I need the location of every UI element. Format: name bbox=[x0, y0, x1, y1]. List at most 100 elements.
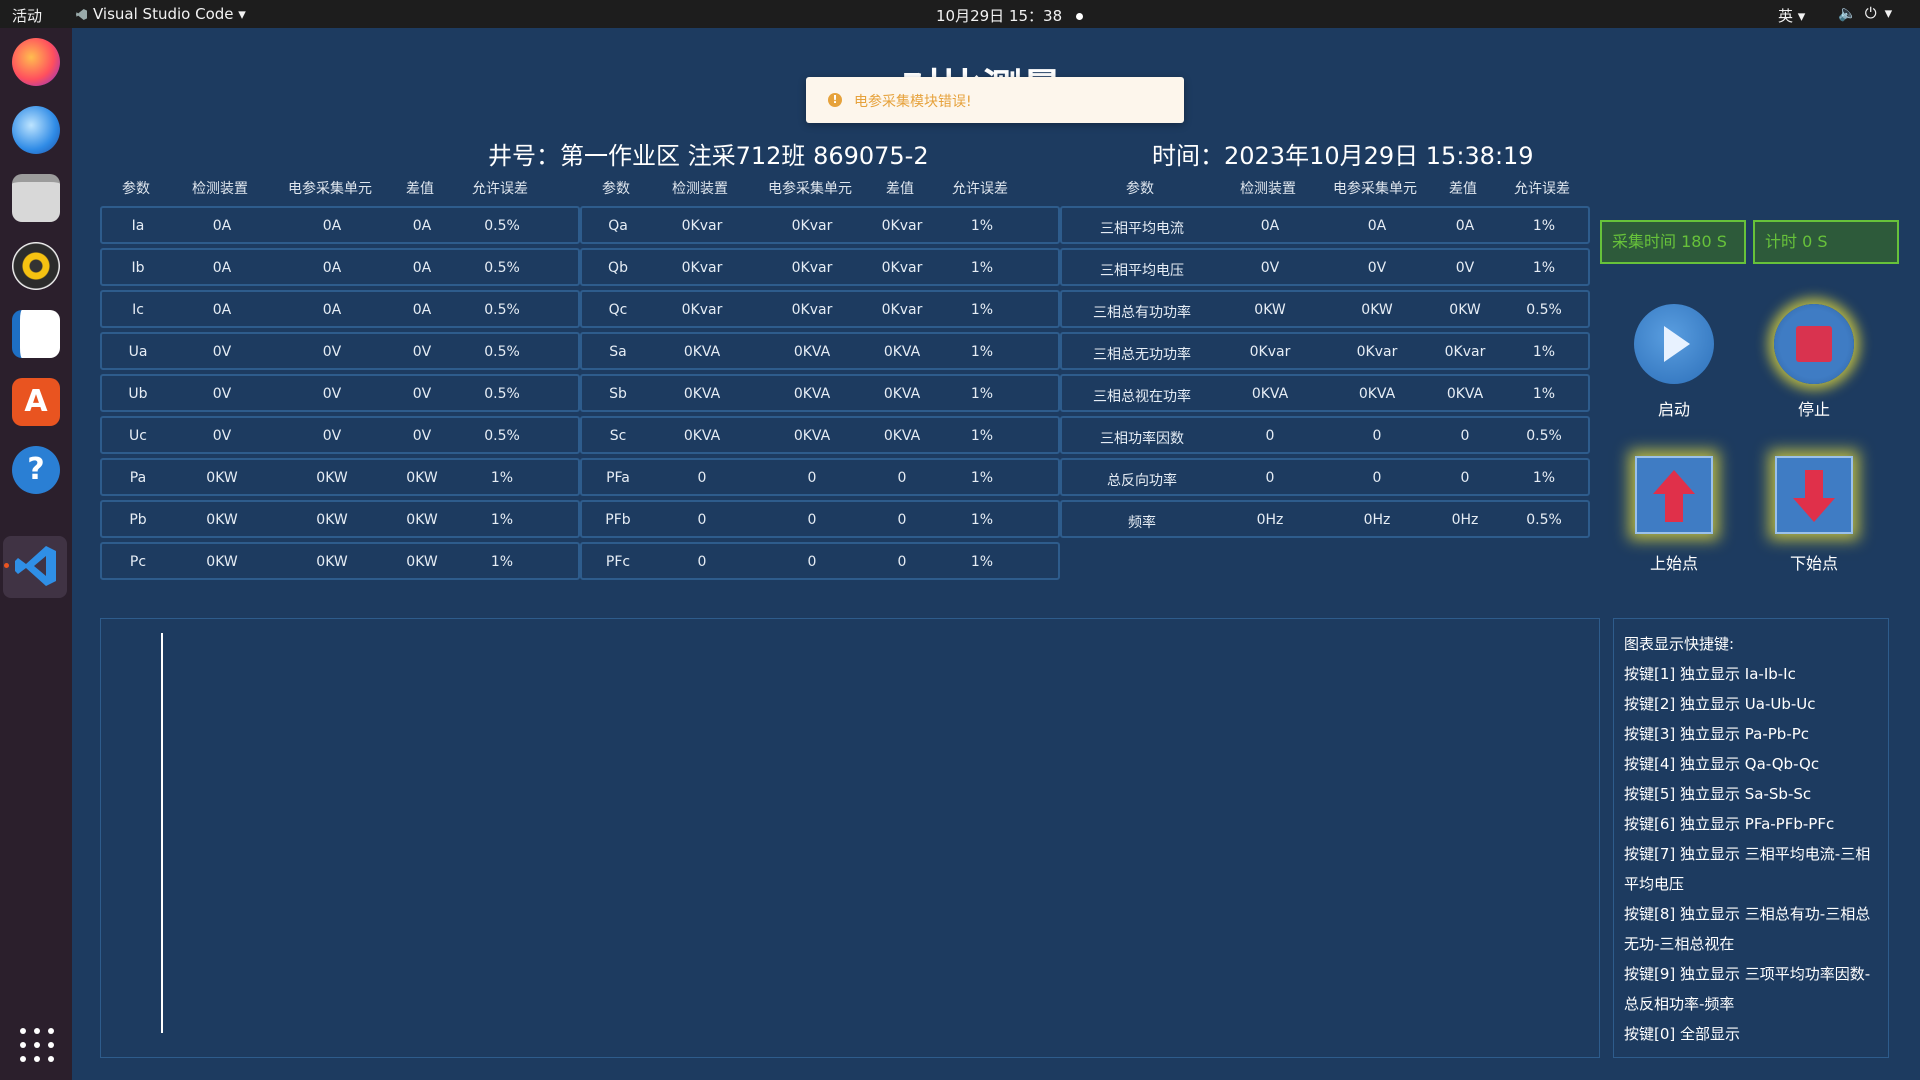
vscode-icon[interactable] bbox=[12, 542, 60, 590]
table-cell: 0V bbox=[322, 386, 342, 402]
table-cell: 0.5% bbox=[484, 302, 520, 318]
table-row: 三相功率因数 0 0 0 0.5% bbox=[1060, 416, 1590, 454]
clock[interactable]: 10月29日 15：38 bbox=[936, 5, 1084, 26]
activities-button[interactable]: 活动 bbox=[12, 5, 42, 26]
upper-point-button[interactable] bbox=[1635, 456, 1713, 534]
table-cell: PFa bbox=[606, 470, 630, 486]
writer-icon[interactable] bbox=[12, 310, 60, 358]
table-cell: 0Kvar bbox=[681, 260, 723, 276]
stop-button[interactable] bbox=[1774, 304, 1854, 384]
table-cell: 0KW bbox=[406, 512, 438, 528]
chart-area[interactable] bbox=[100, 618, 1600, 1058]
error-toast[interactable]: ! 电参采集模块错误! bbox=[806, 77, 1184, 123]
table-cell: 0KVA bbox=[683, 344, 721, 360]
table-cell: 三相平均电流 bbox=[1100, 221, 1184, 237]
table-cell: 0KVA bbox=[883, 386, 921, 402]
help-icon[interactable]: ? bbox=[12, 446, 60, 494]
table-row: Qa 0Kvar 0Kvar 0Kvar 1% bbox=[580, 206, 1060, 244]
table-cell: 1% bbox=[970, 428, 994, 444]
table-row: 三相总有功功率 0KW 0KW 0KW 0.5% bbox=[1060, 290, 1590, 328]
table-cell: 1% bbox=[970, 302, 994, 318]
table-cell: 0V bbox=[1455, 260, 1475, 276]
table-cell: 0KVA bbox=[1446, 386, 1484, 402]
table-row: Qc 0Kvar 0Kvar 0Kvar 1% bbox=[580, 290, 1060, 328]
table-cell: 0V bbox=[412, 428, 432, 444]
table-row: 三相总无功功率 0Kvar 0Kvar 0Kvar 1% bbox=[1060, 332, 1590, 370]
table-cell: 0KVA bbox=[683, 428, 721, 444]
thunderbird-icon[interactable] bbox=[12, 106, 60, 154]
table-cell: 三相平均电压 bbox=[1100, 263, 1184, 279]
timer-box: 计时 0 S bbox=[1753, 220, 1899, 264]
table-cell: 0KVA bbox=[1251, 386, 1289, 402]
input-method-label: 英 bbox=[1778, 7, 1794, 25]
table-row: 总反向功率 0 0 0 1% bbox=[1060, 458, 1590, 496]
table-cell: 0V bbox=[412, 386, 432, 402]
table-cell: 0.5% bbox=[1526, 512, 1562, 528]
table-cell: 1% bbox=[970, 470, 994, 486]
table-cell: 0A bbox=[322, 218, 342, 234]
show-apps-icon[interactable] bbox=[20, 1028, 54, 1062]
header-cell: 电参采集单元 bbox=[1333, 181, 1417, 197]
table-cell: 0KVA bbox=[1358, 386, 1396, 402]
table-cell: 0V bbox=[322, 428, 342, 444]
files-icon[interactable] bbox=[12, 174, 60, 222]
collect-time-box: 采集时间 180 S bbox=[1600, 220, 1746, 264]
table-cell: 0KW bbox=[316, 554, 348, 570]
shortcuts-title: 图表显示快捷键: bbox=[1624, 635, 1735, 653]
app-center-icon[interactable]: A bbox=[12, 378, 60, 426]
table-cell: 0.5% bbox=[484, 344, 520, 360]
app-menu[interactable]: Visual Studio Code ▾ bbox=[76, 5, 246, 23]
input-method[interactable]: 英 ▾ bbox=[1778, 5, 1805, 26]
table-cell: 三相总有功功率 bbox=[1093, 305, 1191, 321]
header-cell: 差值 bbox=[886, 181, 914, 197]
table-cell: 0A bbox=[412, 260, 432, 276]
table-cell: 0KW bbox=[206, 470, 238, 486]
shortcut-item: 按键[2] 独立显示 Ua-Ub-Uc bbox=[1624, 695, 1816, 713]
table-cell: 0Kvar bbox=[681, 218, 723, 234]
table-row: Qb 0Kvar 0Kvar 0Kvar 1% bbox=[580, 248, 1060, 286]
table-cell: 0Kvar bbox=[881, 260, 923, 276]
rhythmbox-icon[interactable] bbox=[12, 242, 60, 290]
firefox-icon[interactable] bbox=[12, 38, 60, 86]
table-row: 频率 0Hz 0Hz 0Hz 0.5% bbox=[1060, 500, 1590, 538]
table-cell: 0.5% bbox=[1526, 428, 1562, 444]
table-row: Pb 0KW 0KW 0KW 1% bbox=[100, 500, 580, 538]
table-cell: 0 bbox=[1265, 470, 1275, 486]
stop-icon bbox=[1796, 326, 1832, 362]
table-cell: Sa bbox=[609, 344, 627, 360]
table-cell: 0Kvar bbox=[1356, 344, 1398, 360]
start-button[interactable] bbox=[1634, 304, 1714, 384]
table-cell: PFb bbox=[605, 512, 631, 528]
header-cell: 允许误差 bbox=[1514, 181, 1570, 197]
table-cell: 0KW bbox=[206, 554, 238, 570]
table-cell: Ic bbox=[132, 302, 144, 318]
table-cell: 0V bbox=[1260, 260, 1280, 276]
table-cell: 1% bbox=[490, 470, 514, 486]
header-cell: 检测装置 bbox=[672, 181, 728, 197]
table-cell: 0KVA bbox=[883, 428, 921, 444]
shortcut-item: 按键[9] 独立显示 三项平均功率因数-总反相功率-频率 bbox=[1624, 965, 1871, 1013]
table-cell: Qc bbox=[608, 302, 628, 318]
lower-point-button[interactable] bbox=[1775, 456, 1853, 534]
table-cell: 0Kvar bbox=[681, 302, 723, 318]
table-cell: 0.5% bbox=[484, 218, 520, 234]
table-cell: 0Kvar bbox=[791, 302, 833, 318]
shortcut-item: 按键[7] 独立显示 三相平均电流-三相平均电压 bbox=[1624, 845, 1871, 893]
table-cell: 0 bbox=[897, 512, 907, 528]
table-row: PFa 0 0 0 1% bbox=[580, 458, 1060, 496]
table-cell: Ia bbox=[131, 218, 145, 234]
header-cell: 差值 bbox=[1449, 181, 1477, 197]
table-cell: 0KW bbox=[1449, 302, 1481, 318]
table-cell: 0 bbox=[1460, 470, 1470, 486]
table-cell: 0V bbox=[412, 344, 432, 360]
header-cell: 检测装置 bbox=[1240, 181, 1296, 197]
table-cell: 1% bbox=[970, 386, 994, 402]
chart-y-axis bbox=[161, 633, 163, 1033]
table-cell: 0 bbox=[1460, 428, 1470, 444]
system-menu[interactable]: 🔈⏻▾ bbox=[1838, 4, 1900, 22]
table-cell: Qa bbox=[608, 218, 628, 234]
shortcut-item: 按键[5] 独立显示 Sa-Sb-Sc bbox=[1624, 785, 1812, 803]
header-cell: 检测装置 bbox=[192, 181, 248, 197]
clock-text: 10月29日 15：38 bbox=[936, 7, 1063, 25]
table-row: 三相总视在功率 0KVA 0KVA 0KVA 1% bbox=[1060, 374, 1590, 412]
